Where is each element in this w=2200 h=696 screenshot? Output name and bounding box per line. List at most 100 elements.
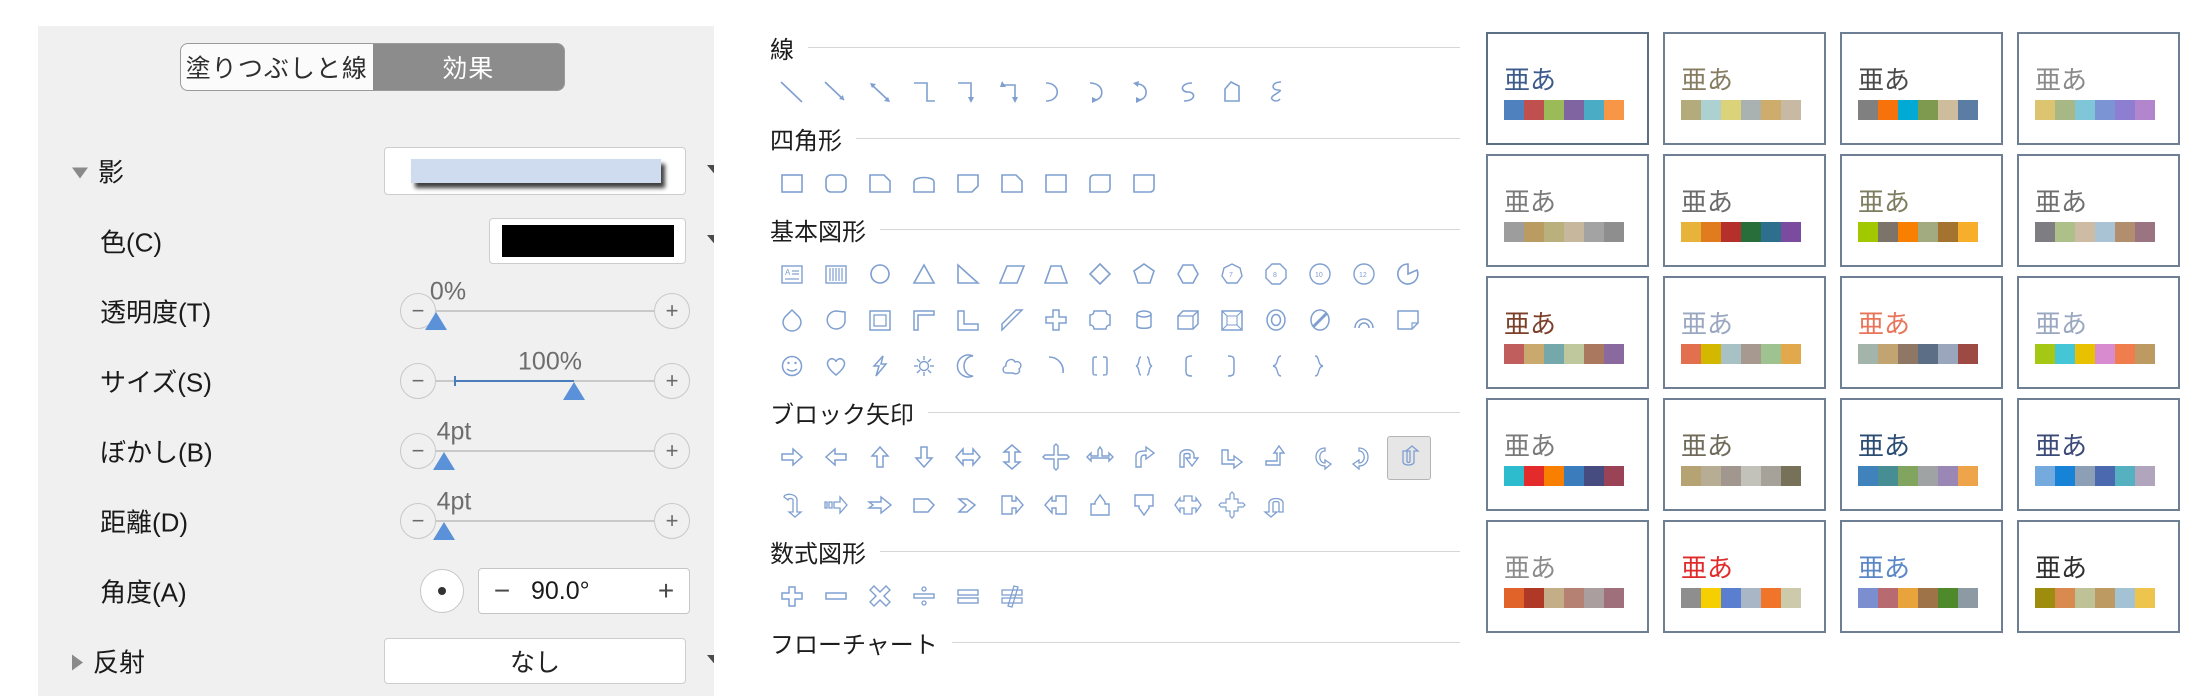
theme-card[interactable]: 亜あ xyxy=(1663,276,1826,389)
shape-bevel[interactable] xyxy=(1211,299,1253,341)
theme-card[interactable]: 亜あ xyxy=(1840,276,2003,389)
distance-track[interactable] xyxy=(433,520,654,540)
shape-curved-double-arrow-connector[interactable] xyxy=(1123,71,1165,113)
shape-can[interactable] xyxy=(1123,299,1165,341)
shape-left-brace[interactable] xyxy=(1255,345,1297,387)
shape-multiply-sign[interactable] xyxy=(859,575,901,617)
angle-spinner[interactable]: − 90.0° + xyxy=(478,568,690,614)
shape-bent-up-arrow-2[interactable] xyxy=(1255,436,1297,478)
shape-u-turn-arrow[interactable] xyxy=(1167,436,1209,478)
theme-card[interactable]: 亜あ xyxy=(1486,398,1649,511)
shape-teardrop[interactable] xyxy=(771,299,813,341)
shape-elbow-arrow-connector[interactable] xyxy=(947,71,989,113)
shape-left-right-up-arrow[interactable] xyxy=(1079,436,1121,478)
blur-thumb[interactable] xyxy=(433,452,455,470)
triangle-down-icon[interactable] xyxy=(72,167,88,179)
theme-card[interactable]: 亜あ xyxy=(1840,154,2003,267)
shape-parallelogram[interactable] xyxy=(991,253,1033,295)
shadow-preset-dropdown[interactable] xyxy=(384,147,714,195)
angle-increase-button[interactable]: + xyxy=(643,575,689,607)
shape-diamond[interactable] xyxy=(1079,253,1121,295)
shape-heart[interactable] xyxy=(815,345,857,387)
transparency-increase-button[interactable]: + xyxy=(654,293,690,329)
shape-arc-open[interactable] xyxy=(1035,345,1077,387)
shape-double-brace[interactable] xyxy=(1123,345,1165,387)
tab-effects[interactable]: 効果 xyxy=(372,44,564,90)
shape-corner[interactable] xyxy=(903,299,945,341)
size-track[interactable] xyxy=(436,376,654,400)
shape-cloud[interactable] xyxy=(991,345,1033,387)
shape-right-brace[interactable] xyxy=(1299,345,1341,387)
shape-hexagon[interactable] xyxy=(1167,253,1209,295)
shape-text-box[interactable]: A xyxy=(771,253,813,295)
size-slider[interactable]: − 100% + xyxy=(400,348,690,404)
shape-right-arrow-callout[interactable] xyxy=(991,484,1033,526)
shape-up-arrow[interactable] xyxy=(859,436,901,478)
theme-card[interactable]: 亜あ xyxy=(1840,32,2003,145)
theme-card[interactable]: 亜あ xyxy=(1486,276,1649,389)
shape-lightning-bolt[interactable] xyxy=(859,345,901,387)
distance-decrease-button[interactable]: − xyxy=(400,503,436,539)
transparency-track[interactable] xyxy=(425,310,654,330)
shape-curved-up-arrow[interactable] xyxy=(1387,436,1431,480)
shape-isosceles-triangle[interactable] xyxy=(903,253,945,295)
shape-right-bracket[interactable] xyxy=(1211,345,1253,387)
blur-increase-button[interactable]: + xyxy=(654,433,690,469)
shape-down-arrow-callout[interactable] xyxy=(1123,484,1165,526)
distance-increase-button[interactable]: + xyxy=(654,503,690,539)
shape-left-bracket[interactable] xyxy=(1167,345,1209,387)
shape-right-arrow[interactable] xyxy=(771,436,813,478)
shape-notched-right-arrow[interactable] xyxy=(859,484,901,526)
shape-frame[interactable] xyxy=(859,299,901,341)
shape-pie[interactable] xyxy=(1387,253,1429,295)
shape-rounded-rectangle[interactable] xyxy=(815,162,857,204)
shape-cube[interactable] xyxy=(1167,299,1209,341)
shape-heptagon[interactable]: 7 xyxy=(1211,253,1253,295)
shape-snip-diagonal-corner-rectangle[interactable] xyxy=(947,162,989,204)
shape-snip-same-side-corner[interactable] xyxy=(1123,162,1165,204)
shape-vertical-text-box[interactable] xyxy=(815,253,857,295)
shape-left-right-arrow[interactable] xyxy=(947,436,989,478)
theme-card[interactable]: 亜あ xyxy=(1663,398,1826,511)
reflection-section-header[interactable]: 反射 xyxy=(72,643,145,680)
shape-line-arrow[interactable] xyxy=(815,71,857,113)
blur-track[interactable] xyxy=(433,450,654,470)
shape-round-diagonal-corner[interactable] xyxy=(1079,162,1121,204)
shape-curved-connector[interactable] xyxy=(1035,71,1077,113)
triangle-right-icon[interactable] xyxy=(72,654,83,670)
angle-value[interactable]: 90.0° xyxy=(525,577,643,606)
shape-striped-right-arrow[interactable] xyxy=(815,484,857,526)
size-decrease-button[interactable]: − xyxy=(400,363,436,399)
shape-left-arrow[interactable] xyxy=(815,436,857,478)
shape-sun[interactable] xyxy=(903,345,945,387)
theme-card[interactable]: 亜あ xyxy=(1840,520,2003,633)
shape-bent-up-arrow[interactable] xyxy=(1211,436,1253,478)
shape-curve[interactable] xyxy=(1167,71,1209,113)
size-thumb[interactable] xyxy=(563,382,585,400)
shape-division-sign[interactable] xyxy=(903,575,945,617)
shape-elbow-double-arrow-connector[interactable] xyxy=(991,71,1033,113)
blur-slider[interactable]: − 4pt + xyxy=(400,418,690,474)
shape-right-triangle[interactable] xyxy=(947,253,989,295)
shape-quad-arrow-callout[interactable] xyxy=(1211,484,1253,526)
distance-slider[interactable]: − 4pt + xyxy=(400,488,690,544)
chevron-down-icon[interactable] xyxy=(707,655,714,667)
shape-circular-arrow[interactable] xyxy=(1255,484,1297,526)
theme-card[interactable]: 亜あ xyxy=(1663,32,1826,145)
shape-cross[interactable] xyxy=(1035,299,1077,341)
shape-curved-left-arrow[interactable] xyxy=(1299,436,1341,478)
theme-card[interactable]: 亜あ xyxy=(1663,154,1826,267)
shape-quad-arrow[interactable] xyxy=(1035,436,1077,478)
shape-no-symbol[interactable] xyxy=(1299,299,1341,341)
angle-dial[interactable] xyxy=(420,569,464,613)
shape-up-down-arrow[interactable] xyxy=(991,436,1033,478)
shape-plus-sign[interactable] xyxy=(771,575,813,617)
shape-bent-arrow[interactable] xyxy=(1123,436,1165,478)
shape-curved-arrow-connector[interactable] xyxy=(1079,71,1121,113)
theme-card[interactable]: 亜あ xyxy=(1486,32,1649,145)
shape-freeform[interactable] xyxy=(1211,71,1253,113)
tab-fill-and-line[interactable]: 塗りつぶしと線 xyxy=(181,44,373,90)
shape-chord[interactable] xyxy=(815,299,857,341)
chevron-down-icon[interactable] xyxy=(707,165,714,177)
shape-up-arrow-callout[interactable] xyxy=(1079,484,1121,526)
